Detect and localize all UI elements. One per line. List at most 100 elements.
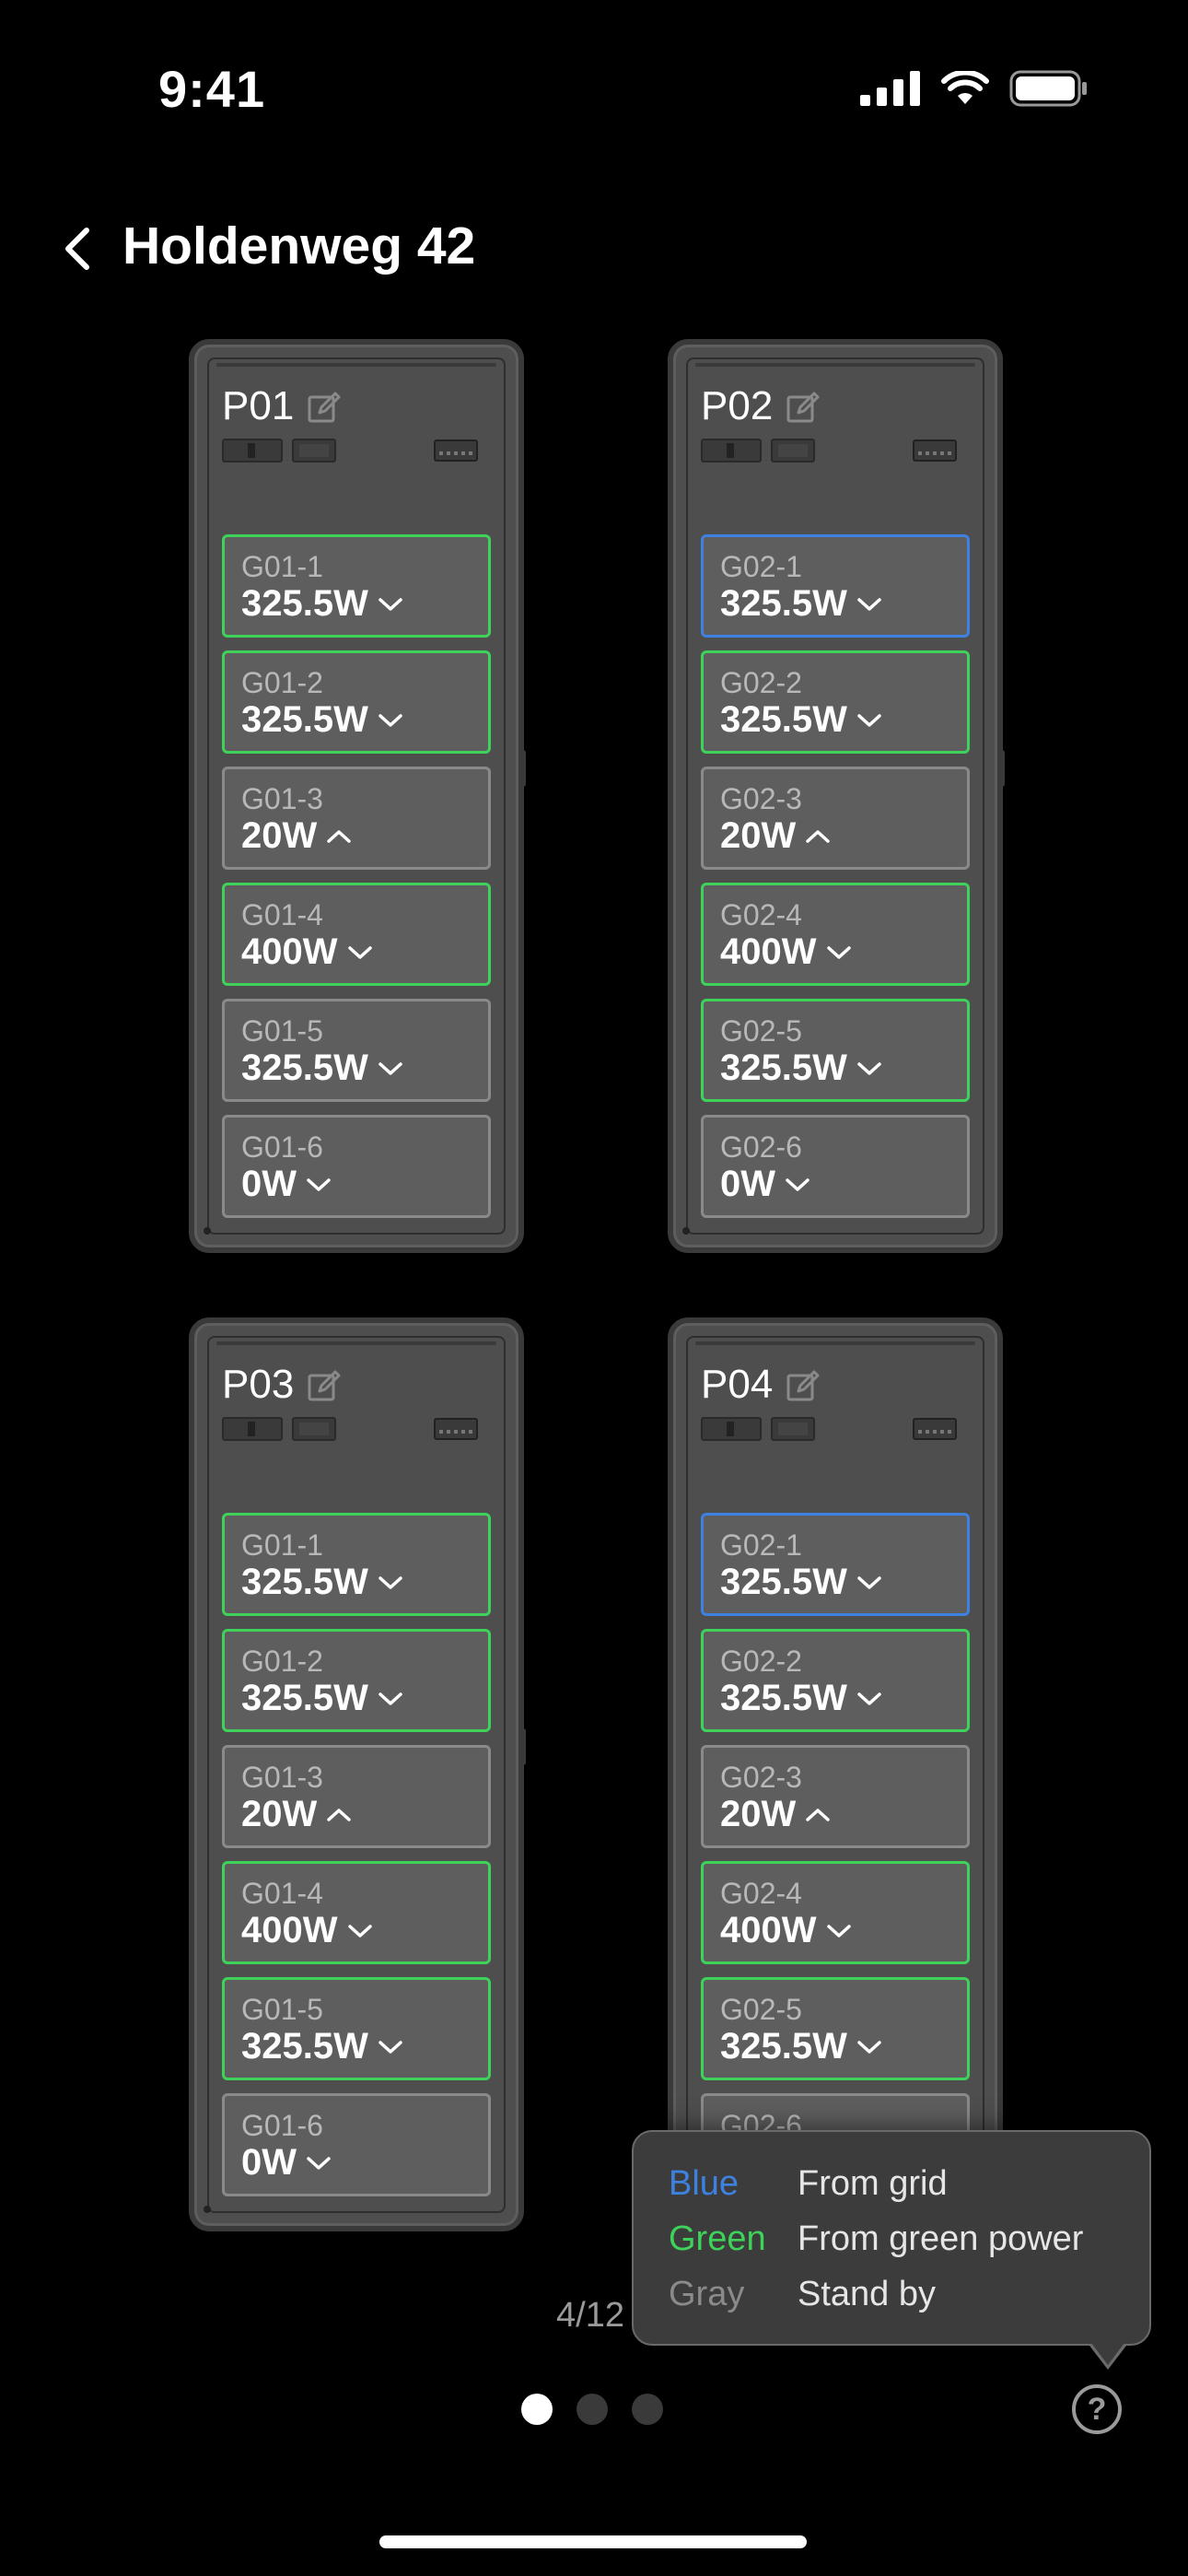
slot-id: G02-3 xyxy=(720,782,802,815)
cabinet-handle xyxy=(518,1728,526,1765)
legend-row-blue: Blue From grid xyxy=(669,2158,948,2209)
charger-slot[interactable]: G02-4 400W xyxy=(701,1861,970,1964)
connector-port-1 xyxy=(222,439,283,463)
slot-id: G01-3 xyxy=(241,782,323,815)
slot-power-value: 325.5W xyxy=(241,1678,368,1718)
edit-icon[interactable] xyxy=(307,1369,342,1404)
slot-power: 325.5W xyxy=(720,1048,882,1089)
page-dot-3[interactable] xyxy=(632,2394,663,2425)
slot-id: G02-2 xyxy=(720,666,802,699)
charger-slot[interactable]: G02-4 400W xyxy=(701,883,970,986)
charger-slot[interactable]: G01-2 325.5W xyxy=(222,1629,491,1732)
cabinet-name: P01 xyxy=(222,383,295,428)
slot-id: G02-1 xyxy=(720,550,802,583)
slot-id: G01-1 xyxy=(241,550,323,583)
cabinet-top-line xyxy=(216,363,496,367)
charger-slot[interactable]: G01-5 325.5W xyxy=(222,999,491,1102)
cabinet-name: P03 xyxy=(222,1362,295,1407)
charger-slot[interactable]: G01-6 0W xyxy=(222,2093,491,2196)
slot-power: 20W xyxy=(720,1794,831,1835)
chevron-down-icon xyxy=(379,713,402,727)
connector-port-2 xyxy=(292,1417,336,1441)
chevron-down-icon xyxy=(379,1692,402,1705)
back-chevron-icon[interactable] xyxy=(57,223,101,275)
charger-slot[interactable]: G02-5 325.5W xyxy=(701,1977,970,2080)
legend-key-green: Green xyxy=(669,2219,766,2258)
page-dot-2[interactable] xyxy=(577,2394,608,2425)
connector-port-2 xyxy=(771,1417,815,1441)
charger-slot[interactable]: G01-5 325.5W xyxy=(222,1977,491,2080)
charger-slot[interactable]: G02-5 325.5W xyxy=(701,999,970,1102)
chevron-down-icon xyxy=(379,597,402,611)
charger-slot[interactable]: G02-2 325.5W xyxy=(701,650,970,754)
vent-icon xyxy=(913,1418,957,1440)
slot-power-value: 325.5W xyxy=(720,1678,847,1718)
cabinet-handle xyxy=(997,1728,1003,1765)
chevron-down-icon xyxy=(826,945,851,959)
status-icons xyxy=(860,70,1089,107)
wifi-icon xyxy=(941,71,989,104)
slot-id: G01-3 xyxy=(241,1761,323,1794)
color-legend-popover: Blue From grid Green From green power Gr… xyxy=(632,2130,1151,2370)
slot-power: 325.5W xyxy=(720,699,882,741)
slot-power: 325.5W xyxy=(720,583,882,625)
chevron-down-icon xyxy=(857,1692,881,1705)
charger-slot[interactable]: G01-6 0W xyxy=(222,1115,491,1218)
chevron-down-icon xyxy=(857,597,881,611)
cabinet-p03: P03 G01-1 325.5W G01-2 325.5W G01-3 20W … xyxy=(189,1317,526,2231)
cellular-signal-icon xyxy=(860,71,920,106)
slot-power-value: 325.5W xyxy=(241,1048,368,1088)
charger-slot[interactable]: G02-6 0W xyxy=(701,1115,970,1218)
cabinet-p04: P04 G02-1 325.5W G02-2 325.5W G02-3 20W … xyxy=(668,1317,1003,2202)
slot-power: 325.5W xyxy=(241,583,403,625)
charger-slot[interactable]: G02-2 325.5W xyxy=(701,1629,970,1732)
charger-slot[interactable]: G01-1 325.5W xyxy=(222,1513,491,1616)
slot-power-value: 325.5W xyxy=(720,1048,847,1088)
connector-port-2 xyxy=(292,439,336,463)
charger-slot[interactable]: G01-4 400W xyxy=(222,883,491,986)
slot-power: 325.5W xyxy=(720,1562,882,1603)
slot-id: G02-5 xyxy=(720,1014,802,1048)
chevron-down-icon xyxy=(379,2040,402,2054)
slot-id: G01-5 xyxy=(241,1014,323,1048)
slot-id: G01-6 xyxy=(241,2109,323,2142)
edit-icon[interactable] xyxy=(786,1369,821,1404)
cabinet-top-line xyxy=(695,363,975,367)
slot-power-value: 20W xyxy=(241,815,318,856)
charger-slot[interactable]: G01-3 20W xyxy=(222,767,491,870)
charger-slot[interactable]: G01-2 325.5W xyxy=(222,650,491,754)
charger-slot[interactable]: G01-4 400W xyxy=(222,1861,491,1964)
charger-slot[interactable]: G02-3 20W xyxy=(701,1745,970,1848)
charger-slot[interactable]: G02-3 20W xyxy=(701,767,970,870)
charger-slot[interactable]: G01-3 20W xyxy=(222,1745,491,1848)
chevron-down-icon xyxy=(826,1924,851,1938)
cabinet-handle xyxy=(518,750,526,787)
chevron-down-icon xyxy=(307,1177,331,1191)
slot-power-value: 400W xyxy=(241,1910,338,1950)
slot-power-value: 20W xyxy=(720,1794,797,1834)
slot-id: G02-3 xyxy=(720,1761,802,1794)
charger-slot[interactable]: G02-1 325.5W xyxy=(701,1513,970,1616)
legend-label-blue: From grid xyxy=(798,2163,948,2203)
slot-id: G02-4 xyxy=(720,1877,802,1910)
slot-power-value: 0W xyxy=(241,1164,297,1204)
slot-power: 20W xyxy=(241,1794,352,1835)
help-icon[interactable]: ? xyxy=(1072,2384,1122,2434)
slot-id: G01-4 xyxy=(241,898,323,931)
slot-power-value: 400W xyxy=(720,1910,817,1950)
chevron-up-icon xyxy=(806,829,830,843)
page-dot-1[interactable] xyxy=(521,2394,553,2425)
legend-row-gray: Gray Stand by xyxy=(669,2268,936,2320)
cabinet-handle xyxy=(997,750,1005,787)
page-counter: 4/12 xyxy=(556,2296,624,2335)
slot-power-value: 0W xyxy=(241,2142,297,2183)
edit-icon[interactable] xyxy=(786,391,821,426)
charger-slot[interactable]: G01-1 325.5W xyxy=(222,534,491,638)
chevron-up-icon xyxy=(327,1808,351,1821)
charger-slot[interactable]: G02-1 325.5W xyxy=(701,534,970,638)
slot-power: 325.5W xyxy=(720,1678,882,1719)
edit-icon[interactable] xyxy=(307,391,342,426)
slot-power-value: 325.5W xyxy=(241,583,368,624)
page-indicator[interactable] xyxy=(521,2394,663,2425)
chevron-down-icon xyxy=(379,1061,402,1075)
